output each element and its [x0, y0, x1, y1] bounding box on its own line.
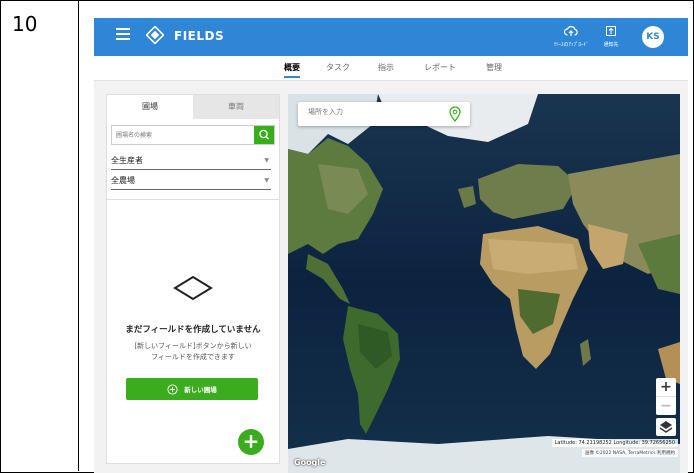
farm-select-value: 全農場: [111, 176, 135, 185]
logo-icon: [146, 26, 164, 44]
farm-select[interactable]: 全農場 ▼: [111, 175, 271, 190]
empty-desc-line: [新しいフィールド]ボタンから新しい: [134, 342, 252, 350]
sidebar-tabs: 圃場 車両: [107, 95, 279, 119]
upload-button[interactable]: ﾘｿｰｽのｱｯﾌﾟﾛｰﾄﾞ: [550, 22, 592, 48]
producer-select[interactable]: 全生産者 ▼: [111, 155, 271, 170]
field-search: [111, 125, 275, 145]
row-number-cell: 10: [0, 0, 79, 471]
plus-circle-icon: [167, 383, 178, 395]
field-search-button[interactable]: [254, 126, 274, 144]
tab-admin[interactable]: 管理: [486, 62, 502, 73]
avatar[interactable]: KS: [642, 26, 664, 48]
export-icon: [606, 26, 616, 36]
export-button[interactable]: 通知先: [597, 22, 625, 48]
chevron-down-icon: ▼: [264, 177, 269, 184]
empty-desc-line: フィールドを作成できます: [151, 353, 235, 361]
location-input[interactable]: [306, 107, 450, 117]
upload-label: ﾘｿｰｽのｱｯﾌﾟﾛｰﾄﾞ: [553, 42, 589, 48]
tab-fields[interactable]: 圃場: [107, 95, 193, 119]
satellite-map[interactable]: + − Latitude: 74.21198252 Longitude: 39.…: [288, 94, 680, 473]
tab-vehicles[interactable]: 車両: [193, 95, 279, 119]
location-pin-icon[interactable]: [448, 106, 462, 122]
empty-state-title: まだフィールドを作成していません: [125, 325, 261, 335]
app-window: FIELDS ﾘｿｰｽのｱｯﾌﾟﾛｰﾄﾞ 通知先 KS 概要 タスク 指示 レポ…: [94, 18, 688, 473]
empty-state-description: [新しいフィールド]ボタンから新しい フィールドを作成できます: [107, 341, 279, 363]
zoom-in-button[interactable]: +: [656, 378, 676, 396]
search-icon: [259, 129, 269, 140]
layers-button[interactable]: [656, 418, 676, 436]
producer-select-value: 全生産者: [111, 156, 143, 165]
tab-instructions[interactable]: 指示: [378, 62, 394, 73]
layers-icon: [659, 421, 673, 433]
chevron-down-icon: ▼: [264, 157, 269, 164]
top-bar: FIELDS ﾘｿｰｽのｱｯﾌﾟﾛｰﾄﾞ 通知先 KS: [94, 18, 688, 56]
tab-overview[interactable]: 概要: [284, 62, 300, 78]
empty-field-icon: [173, 275, 213, 301]
new-field-button-label: 新しい圃場: [184, 386, 217, 394]
menu-icon[interactable]: [116, 28, 130, 40]
cloud-upload-icon: [563, 26, 578, 36]
add-field-fab[interactable]: +: [238, 429, 264, 455]
field-search-input[interactable]: [112, 126, 252, 144]
field-sidebar: 圃場 車両 全生産者 ▼ 全農場 ▼ まだフィールドを作成していません: [106, 94, 280, 464]
export-label: 通知先: [603, 42, 619, 48]
tab-tasks[interactable]: タスク: [326, 62, 350, 73]
map-location-search: [298, 102, 470, 126]
google-logo: Google: [294, 458, 326, 467]
row-number: 10: [12, 12, 38, 36]
map-attribution[interactable]: 画像 ©2022 NASA, TerraMetrics 利用規約: [581, 449, 678, 457]
main-nav: 概要 タスク 指示 レポート 管理: [94, 56, 688, 81]
coordinates-readout: Latitude: 74.21198252 Longitude: 39.7265…: [551, 439, 678, 447]
divider: [107, 199, 279, 200]
tab-reports[interactable]: レポート: [424, 62, 456, 73]
world-map-image: [288, 94, 680, 473]
zoom-controls: + −: [656, 378, 676, 415]
app-title: FIELDS: [174, 29, 225, 43]
zoom-out-button[interactable]: −: [656, 396, 676, 415]
new-field-button[interactable]: 新しい圃場: [126, 378, 258, 400]
